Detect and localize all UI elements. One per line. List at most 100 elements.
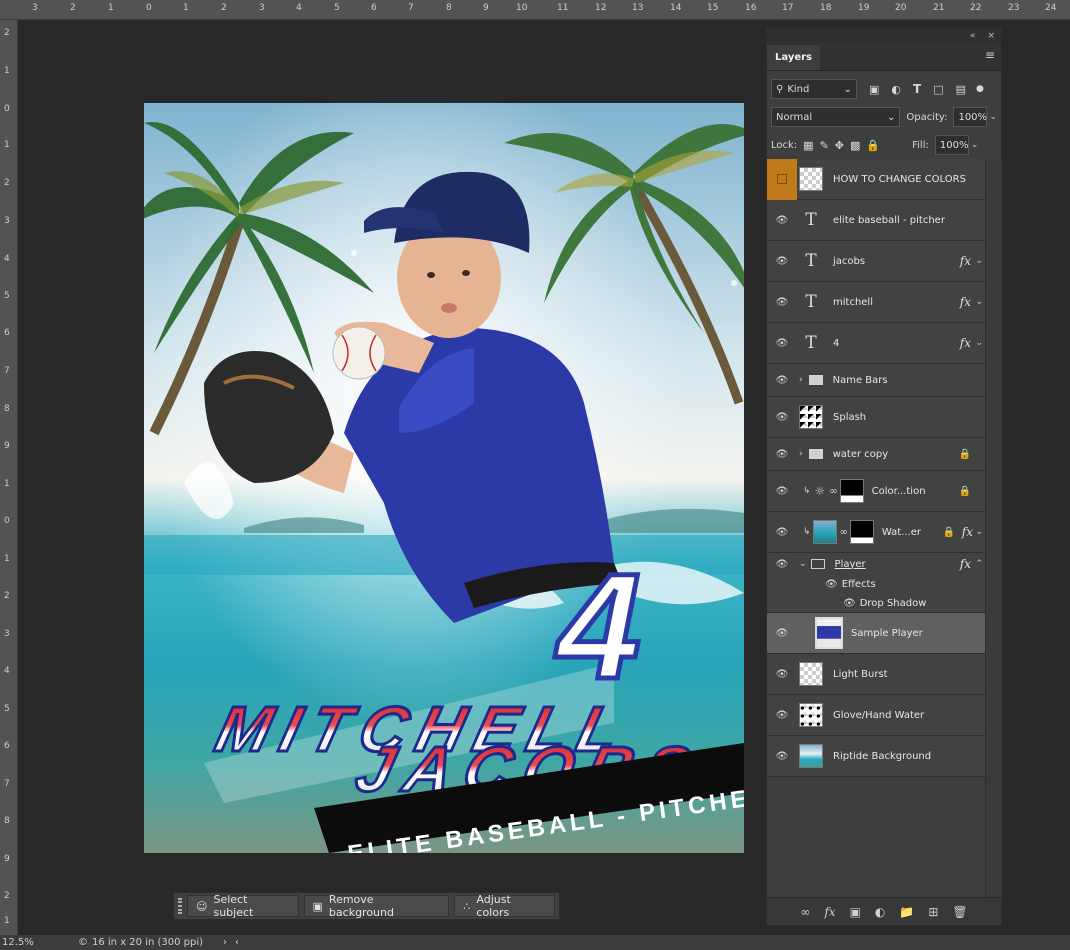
document-info[interactable]: 16 in x 20 in (300 ppi) xyxy=(92,937,203,948)
horizontal-ruler[interactable]: 3 2 1 0 1 2 3 4 5 6 7 8 9 10 11 12 13 14… xyxy=(0,0,1070,20)
ruler-label: 1 xyxy=(4,66,10,76)
adjustment-filter-icon[interactable]: ◐ xyxy=(891,83,901,96)
layer-light-burst[interactable]: 👁 Light Burst xyxy=(767,654,985,695)
adjust-colors-button[interactable]: ∴ Adjust colors xyxy=(454,893,555,919)
add-mask-icon[interactable]: ▣ xyxy=(850,905,861,919)
vertical-ruler[interactable]: 2 1 0 1 2 3 4 5 6 7 8 9 1 0 1 2 3 4 5 6 … xyxy=(0,20,18,935)
visibility-toggle[interactable]: 👁 xyxy=(767,628,797,639)
fx-icon[interactable]: fx xyxy=(960,295,971,309)
collapse-effects-chevron-icon[interactable]: ⌃ xyxy=(975,559,983,569)
layer-water[interactable]: 👁 ↳ ∞ Wat...er 🔒 fx ⌄ xyxy=(767,512,985,553)
layer-glove-hand-water[interactable]: 👁 Glove/Hand Water xyxy=(767,695,985,736)
select-subject-button[interactable]: ☺ Select subject xyxy=(187,893,299,919)
lock-image-icon[interactable]: ✎ xyxy=(820,139,829,152)
layer-group-water-copy[interactable]: 👁 › water copy 🔒 xyxy=(767,438,985,471)
layer-color-adjustment[interactable]: 👁 ↳ ☼ ∞ Color...tion 🔒 xyxy=(767,471,985,512)
eye-icon[interactable]: 👁 xyxy=(825,579,838,590)
layer-riptide-background[interactable]: 👁 Riptide Background xyxy=(767,736,985,777)
status-menu-chevron-icon[interactable]: › xyxy=(223,937,227,948)
expand-chevron-icon[interactable]: › xyxy=(799,449,803,459)
filter-kind-select[interactable]: ⚲ Kind ⌄ xyxy=(771,79,857,99)
filter-toggle-icon[interactable]: ● xyxy=(976,84,984,94)
link-icon[interactable]: ∞ xyxy=(829,486,837,497)
ruler-label: 6 xyxy=(4,328,10,338)
visibility-toggle[interactable]: 👁 xyxy=(767,338,797,349)
lock-all-icon[interactable]: 🔒 xyxy=(866,139,880,152)
link-icon[interactable]: ∞ xyxy=(840,527,848,538)
new-adjustment-layer-icon[interactable]: ◐ xyxy=(875,905,885,919)
visibility-toggle[interactable]: 👁 xyxy=(767,215,797,226)
collapse-chevron-icon[interactable]: ⌄ xyxy=(799,559,807,569)
ruler-label: 15 xyxy=(707,3,719,13)
visibility-toggle[interactable]: 👁 xyxy=(767,297,797,308)
visibility-toggle[interactable]: 👁 xyxy=(767,710,797,721)
clipping-arrow-icon: ↳ xyxy=(803,527,811,537)
layer-group-name-bars[interactable]: 👁 › Name Bars xyxy=(767,364,985,397)
visibility-toggle[interactable]: 👁 xyxy=(767,669,797,680)
smart-object-filter-icon[interactable]: ▤ xyxy=(956,83,966,96)
layer-how-to-change-colors[interactable]: HOW TO CHANGE COLORS xyxy=(767,158,985,200)
eye-icon[interactable]: 👁 xyxy=(843,598,856,609)
image-icon: ▣ xyxy=(312,899,323,913)
blend-mode-select[interactable]: Normal ⌄ xyxy=(771,107,901,127)
visibility-toggle[interactable]: 👁 xyxy=(767,751,797,762)
collapse-panel-icon[interactable]: « xyxy=(970,31,976,41)
document-canvas[interactable]: 4 MITCHELL JACOBS ELITE BASEBALL - PITCH… xyxy=(144,103,744,853)
zoom-level[interactable]: 12.5% xyxy=(2,937,48,948)
opacity-chevron-icon[interactable]: ⌄ xyxy=(989,112,997,122)
tab-layers[interactable]: Layers xyxy=(767,45,820,70)
visibility-toggle[interactable]: 👁 xyxy=(767,559,797,570)
layer-mask-thumbnail[interactable] xyxy=(839,479,864,503)
layer-group-player[interactable]: 👁 ⌄ Player fx ⌃ xyxy=(767,553,985,575)
layer-elite-baseball-pitcher[interactable]: 👁 T elite baseball - pitcher xyxy=(767,200,985,241)
layer-mitchell[interactable]: 👁 T mitchell fx ⌄ xyxy=(767,282,985,323)
visibility-toggle[interactable]: 👁 xyxy=(767,527,797,538)
lock-position-icon[interactable]: ✥ xyxy=(835,139,844,152)
fx-icon[interactable]: fx xyxy=(960,557,971,571)
layer-mask-thumbnail[interactable] xyxy=(849,520,874,544)
expand-effects-chevron-icon[interactable]: ⌄ xyxy=(975,527,983,537)
layer-jacobs[interactable]: 👁 T jacobs fx ⌄ xyxy=(767,241,985,282)
link-layers-icon[interactable]: ∞ xyxy=(800,905,810,919)
fx-icon[interactable]: fx xyxy=(960,336,971,350)
fx-icon[interactable]: fx xyxy=(960,254,971,268)
add-layer-style-icon[interactable]: fx xyxy=(824,905,835,919)
drop-shadow-effect-row[interactable]: 👁 Drop Shadow xyxy=(767,594,985,613)
scroll-left-icon[interactable]: ‹ xyxy=(235,937,239,948)
fill-input[interactable]: 100% xyxy=(934,135,969,155)
opacity-input[interactable]: 100% xyxy=(953,107,988,127)
effects-row[interactable]: 👁 Effects xyxy=(767,575,985,594)
search-icon: ⚲ xyxy=(776,83,784,95)
expand-chevron-icon[interactable]: › xyxy=(799,375,803,385)
panel-menu-icon[interactable]: ≡ xyxy=(979,48,1001,70)
remove-background-button[interactable]: ▣ Remove background xyxy=(303,893,450,919)
layer-splash[interactable]: 👁 Splash xyxy=(767,397,985,438)
fill-chevron-icon[interactable]: ⌄ xyxy=(971,140,979,150)
visibility-toggle[interactable]: 👁 xyxy=(767,256,797,267)
visibility-toggle[interactable]: 👁 xyxy=(767,449,797,460)
visibility-toggle[interactable]: 👁 xyxy=(767,412,797,423)
expand-effects-chevron-icon[interactable]: ⌄ xyxy=(975,256,983,266)
visibility-toggle[interactable] xyxy=(767,158,797,200)
type-filter-icon[interactable]: T xyxy=(913,82,921,96)
layer-4[interactable]: 👁 T 4 fx ⌄ xyxy=(767,323,985,364)
pixel-filter-icon[interactable]: ▣ xyxy=(869,83,879,96)
new-group-icon[interactable]: 📁 xyxy=(899,905,914,919)
drag-handle-icon[interactable] xyxy=(178,898,182,914)
lock-icon: 🔒 xyxy=(958,448,971,460)
layers-scrollbar[interactable] xyxy=(985,159,1002,899)
lock-artboard-icon[interactable]: ▩ xyxy=(850,139,860,152)
delete-layer-icon[interactable]: 🗑 xyxy=(952,905,967,919)
layer-sample-player[interactable]: 👁 Sample Player xyxy=(767,613,985,654)
visibility-toggle[interactable]: 👁 xyxy=(767,486,797,497)
fx-icon[interactable]: fx xyxy=(962,525,973,539)
new-layer-icon[interactable]: ⊞ xyxy=(928,905,938,919)
layer-name: Splash xyxy=(833,411,867,423)
expand-effects-chevron-icon[interactable]: ⌄ xyxy=(975,338,983,348)
shape-filter-icon[interactable]: □ xyxy=(933,83,943,96)
close-panel-icon[interactable]: × xyxy=(987,31,995,41)
lock-transparent-icon[interactable]: ▦ xyxy=(803,139,813,152)
eye-icon: 👁 xyxy=(775,526,789,538)
visibility-toggle[interactable]: 👁 xyxy=(767,375,797,386)
expand-effects-chevron-icon[interactable]: ⌄ xyxy=(975,297,983,307)
